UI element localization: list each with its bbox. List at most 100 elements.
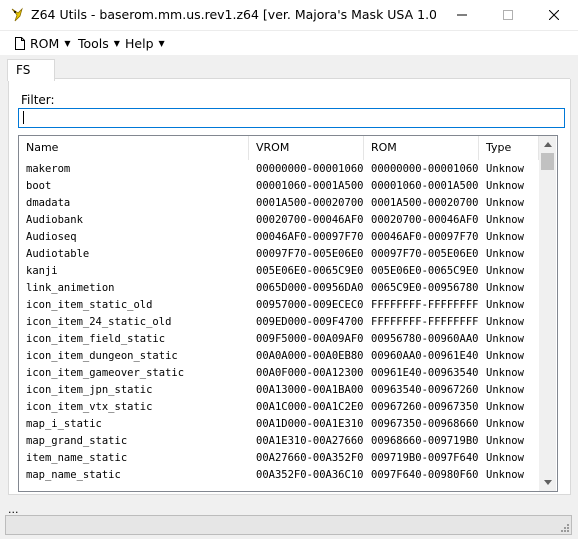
cell-name: Audiobank: [26, 214, 83, 226]
table-row[interactable]: Audiotable 00097F70-005E06E0 00097F70-005E…: [19, 246, 539, 263]
table-row[interactable]: icon_item_jpn_static 00A13000-00A1BA00 009…: [19, 382, 539, 399]
menu-help[interactable]: Help ▼: [125, 34, 165, 52]
cell-type: Unknow: [486, 401, 524, 413]
cell-vrom: 00957000-009ECEC0: [256, 299, 364, 311]
table-row[interactable]: icon_item_24_static_old 009ED000-009F4700…: [19, 314, 539, 331]
cell-vrom: 009ED000-009F4700: [256, 316, 364, 328]
cell-type: Unknow: [486, 384, 524, 396]
table-row[interactable]: link_animetion 0065D000-00956DA0 0065C9E0-…: [19, 280, 539, 297]
table-row[interactable]: map_name_static 00A352F0-00A36C10 0097F640…: [19, 467, 539, 484]
filter-input[interactable]: [18, 108, 565, 128]
cell-name: icon_item_field_static: [26, 333, 166, 345]
menu-tools[interactable]: Tools ▼: [78, 34, 120, 52]
file-list[interactable]: Name VROM ROM Type makerom 00000000-00001…: [18, 135, 558, 492]
cell-type: Unknow: [486, 418, 524, 430]
cell-type: Unknow: [486, 180, 524, 192]
maximize-button[interactable]: [485, 0, 531, 30]
menu-tools-label: Tools: [78, 35, 109, 51]
table-row[interactable]: map_i_static 00A1D000-00A1E310 00967350-00…: [19, 416, 539, 433]
cell-rom: 00000000-00001060: [371, 163, 479, 175]
column-header-name[interactable]: Name: [19, 136, 249, 160]
cell-name: link_animetion: [26, 282, 115, 294]
menu-rom[interactable]: ROM ▼: [15, 34, 70, 52]
cell-name: icon_item_jpn_static: [26, 384, 153, 396]
cell-vrom: 00A1D000-00A1E310: [256, 418, 364, 430]
cell-vrom: 00001060-0001A500: [256, 180, 364, 192]
cell-type: Unknow: [486, 248, 524, 260]
menu-help-label: Help: [125, 35, 154, 51]
cell-rom: 00956780-00960AA0: [371, 333, 479, 345]
cell-type: Unknow: [486, 265, 524, 277]
cell-rom: 00967260-00967350: [371, 401, 479, 413]
cell-rom: 009719B0-0097F640: [371, 452, 479, 464]
cell-vrom: 00A1C000-00A1C2E0: [256, 401, 364, 413]
cell-name: kanji: [26, 265, 58, 277]
filter-label: Filter:: [21, 93, 55, 107]
window-title: Z64 Utils - baserom.mm.us.rev1.z64 [ver.…: [31, 7, 436, 22]
cell-vrom: 00000000-00001060: [256, 163, 364, 175]
cell-vrom: 00A13000-00A1BA00: [256, 384, 364, 396]
vertical-scrollbar[interactable]: [539, 136, 556, 491]
cell-type: Unknow: [486, 367, 524, 379]
cell-name: icon_item_dungeon_static: [26, 350, 178, 362]
table-row[interactable]: Audioseq 00046AF0-00097F70 00046AF0-00097F…: [19, 229, 539, 246]
tab-fs[interactable]: FS: [7, 59, 55, 81]
cell-type: Unknow: [486, 435, 524, 447]
cell-rom: 00960AA0-00961E40: [371, 350, 479, 362]
cell-name: map_grand_static: [26, 435, 128, 447]
table-row[interactable]: icon_item_static_old 00957000-009ECEC0 FFF…: [19, 297, 539, 314]
table-row[interactable]: boot 00001060-0001A500 00001060-0001A500 Un…: [19, 178, 539, 195]
table-row[interactable]: icon_item_gameover_static 00A0F000-00A123…: [19, 365, 539, 382]
cell-rom: 00968660-009719B0: [371, 435, 479, 447]
table-row[interactable]: Audiobank 00020700-00046AF0 00020700-00046…: [19, 212, 539, 229]
cell-name: boot: [26, 180, 52, 192]
chevron-down-icon: ▼: [64, 38, 71, 48]
minimize-button[interactable]: [439, 0, 485, 30]
chevron-down-icon: ▼: [158, 38, 165, 48]
status-text: ...: [8, 503, 19, 516]
app-icon: [11, 7, 23, 22]
table-row[interactable]: icon_item_vtx_static 00A1C000-00A1C2E0 009…: [19, 399, 539, 416]
table-row[interactable]: icon_item_field_static 009F5000-00A09AF0 0…: [19, 331, 539, 348]
cell-type: Unknow: [486, 282, 524, 294]
cell-vrom: 00A1E310-00A27660: [256, 435, 364, 447]
list-body: makerom 00000000-00001060 00000000-0000106…: [19, 161, 539, 484]
column-header-type[interactable]: Type: [479, 136, 539, 160]
cell-rom: 00961E40-00963540: [371, 367, 479, 379]
progress-bar: [5, 515, 572, 535]
cell-rom: FFFFFFFF-FFFFFFFF: [371, 299, 479, 311]
column-header-vrom[interactable]: VROM: [249, 136, 364, 160]
close-button[interactable]: [531, 0, 577, 30]
file-icon: [15, 36, 25, 50]
table-row[interactable]: dmadata 0001A500-00020700 0001A500-0002070…: [19, 195, 539, 212]
cell-name: Audiotable: [26, 248, 90, 260]
cell-type: Unknow: [486, 469, 524, 481]
cell-name: icon_item_static_old: [26, 299, 153, 311]
resize-grip-icon[interactable]: [559, 522, 569, 532]
cell-rom: 00963540-00967260: [371, 384, 479, 396]
table-row[interactable]: icon_item_dungeon_static 00A0A000-00A0EB8…: [19, 348, 539, 365]
cell-type: Unknow: [486, 333, 524, 345]
scroll-up-button[interactable]: [539, 136, 556, 153]
cell-rom: 00967350-00968660: [371, 418, 479, 430]
cell-name: makerom: [26, 163, 71, 175]
table-row[interactable]: kanji 005E06E0-0065C9E0 005E06E0-0065C9E0 U…: [19, 263, 539, 280]
cell-name: map_i_static: [26, 418, 102, 430]
menu-bar: ROM ▼ Tools ▼ Help ▼: [0, 31, 578, 55]
table-row[interactable]: makerom 00000000-00001060 00000000-0000106…: [19, 161, 539, 178]
cell-vrom: 00A0F000-00A12300: [256, 367, 364, 379]
cell-rom: FFFFFFFF-FFFFFFFF: [371, 316, 479, 328]
chevron-down-icon: ▼: [113, 38, 120, 48]
cell-type: Unknow: [486, 316, 524, 328]
scroll-down-button[interactable]: [539, 474, 556, 491]
table-row[interactable]: map_grand_static 00A1E310-00A27660 0096866…: [19, 433, 539, 450]
cell-name: dmadata: [26, 197, 71, 209]
cell-vrom: 00A0A000-00A0EB80: [256, 350, 364, 362]
table-row[interactable]: item_name_static 00A27660-00A352F0 009719B…: [19, 450, 539, 467]
cell-vrom: 005E06E0-0065C9E0: [256, 265, 364, 277]
scrollbar-thumb[interactable]: [541, 153, 554, 170]
list-header: Name VROM ROM Type: [19, 136, 539, 160]
cell-rom: 00046AF0-00097F70: [371, 231, 479, 243]
column-header-rom[interactable]: ROM: [364, 136, 479, 160]
cell-rom: 00020700-00046AF0: [371, 214, 479, 226]
